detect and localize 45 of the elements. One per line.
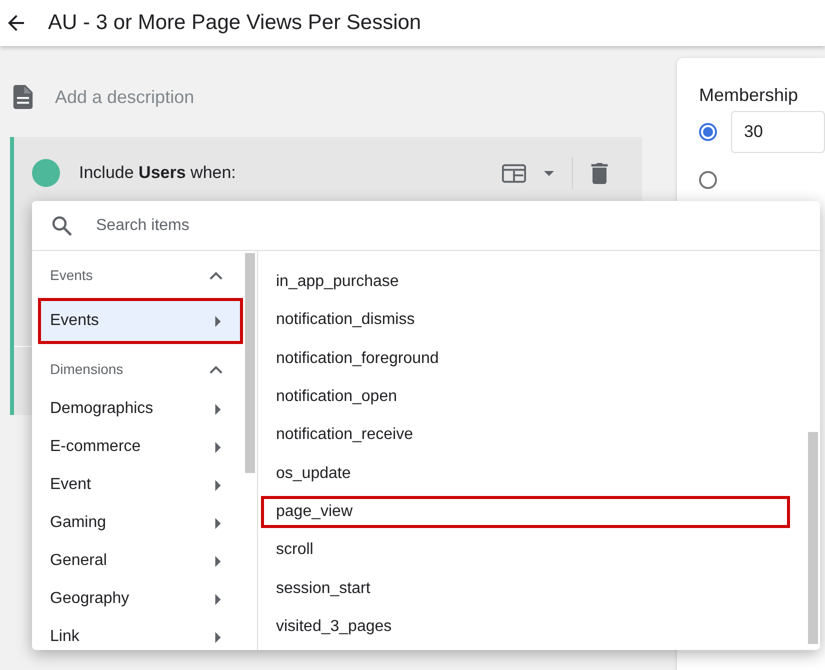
- condition-label: Include Users when:: [79, 163, 236, 183]
- submenu-arrow-icon: [215, 480, 221, 490]
- submenu-arrow-icon: [215, 518, 221, 528]
- duration-field[interactable]: 30: [731, 111, 825, 153]
- caret-icon[interactable]: [544, 170, 554, 176]
- radio-button[interactable]: [699, 171, 717, 189]
- category-item[interactable]: Event: [32, 466, 243, 504]
- category-item[interactable]: Demographics: [32, 390, 243, 428]
- category-item[interactable]: Events: [38, 298, 243, 344]
- description-field[interactable]: Add a description: [53, 86, 457, 108]
- layout-icon[interactable]: [502, 164, 526, 182]
- event-name-option[interactable]: visited_3_pages: [258, 608, 793, 646]
- submenu-arrow-icon: [215, 316, 221, 326]
- document-icon: [13, 85, 33, 109]
- event-name-option[interactable]: in_app_purchase: [258, 263, 793, 302]
- status-dot-icon: [32, 159, 60, 187]
- membership-label: Membership: [699, 85, 800, 106]
- chevron-icon[interactable]: [209, 270, 223, 280]
- chevron-icon[interactable]: [209, 364, 223, 374]
- search-icon: [50, 214, 74, 238]
- category-item[interactable]: Link: [32, 618, 243, 656]
- event-name-option[interactable]: session_start: [258, 569, 793, 608]
- event-name-option[interactable]: notification_foreground: [258, 340, 793, 378]
- event-name-option[interactable]: notification_receive: [258, 416, 793, 454]
- scrollbar[interactable]: [245, 253, 255, 473]
- scrollbar[interactable]: [808, 432, 818, 644]
- submenu-arrow-icon: [215, 404, 221, 414]
- submenu-arrow-icon: [215, 442, 221, 452]
- group-heading: Events: [50, 267, 93, 283]
- submenu-arrow-icon: [215, 632, 221, 642]
- event-name-option[interactable]: page_view: [258, 492, 793, 532]
- event-name-option[interactable]: notification_open: [258, 378, 793, 416]
- event-name-option[interactable]: notification_dismiss: [258, 301, 793, 340]
- group-heading: Dimensions: [50, 361, 124, 377]
- category-item[interactable]: General: [32, 542, 243, 580]
- submenu-arrow-icon: [215, 594, 221, 604]
- category-item[interactable]: Gaming: [32, 504, 243, 542]
- event-name-option[interactable]: os_update: [258, 454, 793, 493]
- submenu-arrow-icon: [215, 556, 221, 566]
- radio-button[interactable]: [699, 123, 717, 141]
- page-title: AU - 3 or More Page Views Per Session: [48, 11, 422, 35]
- delete-icon[interactable]: [591, 162, 608, 184]
- event-name-option[interactable]: scroll: [258, 531, 793, 570]
- category-item[interactable]: E-commerce: [32, 428, 243, 466]
- category-item[interactable]: Geography: [32, 580, 243, 618]
